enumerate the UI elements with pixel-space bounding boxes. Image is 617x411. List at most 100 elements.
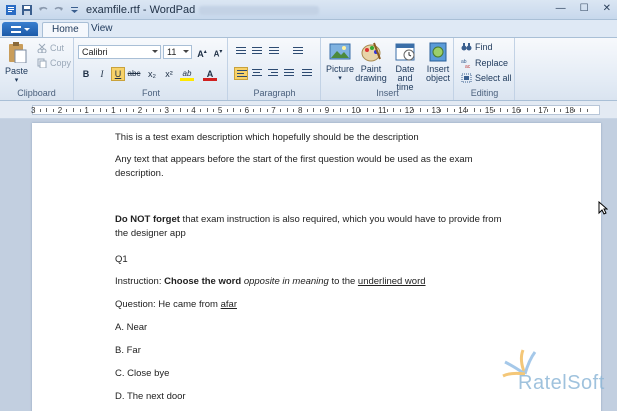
ruler-tick: [560, 109, 562, 112]
question-line: Question: He came from afar: [115, 298, 535, 312]
ruler-label: 18: [565, 106, 574, 115]
ruler-tick: [93, 109, 95, 112]
ruler-tick: [446, 108, 448, 112]
italic-button[interactable]: I: [95, 67, 109, 81]
redo-icon[interactable]: [52, 3, 65, 16]
align-left-button[interactable]: [234, 67, 248, 80]
picture-button[interactable]: Picture ▾: [325, 41, 355, 83]
bullets-button[interactable]: [267, 45, 287, 58]
object-icon: [429, 42, 447, 62]
bold-button[interactable]: B: [79, 67, 93, 81]
copy-icon: [37, 58, 47, 68]
ruler-label: 2: [137, 106, 143, 115]
customize-qat-icon[interactable]: [68, 3, 81, 16]
subscript-button[interactable]: x₂: [145, 67, 159, 81]
align-right-button[interactable]: [266, 67, 280, 80]
line-spacing-button[interactable]: [291, 45, 311, 58]
doc-line: Any text that appears before the start o…: [115, 154, 473, 165]
insert-object-button[interactable]: Insert object: [423, 41, 453, 83]
watermark-text: RatelSoft: [518, 372, 605, 394]
superscript-button[interactable]: x²: [162, 67, 176, 81]
ruler-tick: [373, 109, 375, 112]
ribbon-tabs: Home View: [0, 20, 617, 37]
ruler-tick: [587, 109, 589, 112]
ruler-label: 3: [164, 106, 169, 115]
replace-button[interactable]: ab ac Replace: [461, 58, 508, 68]
ruler-tick: [259, 108, 261, 112]
close-button[interactable]: ✕: [603, 3, 611, 14]
chevron-down-icon: [23, 27, 30, 31]
doc-line: Do NOT forget that exam instruction is a…: [115, 213, 535, 227]
ruler-tick: [473, 108, 475, 112]
shrink-font-button[interactable]: A▾: [211, 45, 225, 59]
svg-text:ac: ac: [465, 64, 471, 68]
ruler-label: 2: [57, 106, 63, 115]
ruler-tick: [179, 108, 181, 112]
highlight-color-button[interactable]: ab: [180, 67, 194, 81]
ruler-label: 16: [511, 106, 521, 115]
ruler-tick: [186, 109, 188, 112]
ruler-tick: [293, 109, 295, 112]
maximize-button[interactable]: ☐: [580, 3, 589, 14]
ruler-tick: [73, 108, 75, 112]
minimize-button[interactable]: —: [556, 3, 566, 14]
replace-icon: abac: [461, 59, 471, 68]
mouse-cursor-icon: [598, 201, 608, 215]
ruler-tick: [400, 109, 402, 112]
doc-paragraph-warning: Do NOT forget that exam instruction is a…: [115, 213, 535, 241]
instruction-mid: to the: [328, 276, 358, 287]
ruler-label: 10: [351, 106, 361, 115]
ruler-label: 5: [217, 106, 223, 115]
date-time-button[interactable]: Date and time: [388, 41, 422, 92]
align-center-button[interactable]: [250, 67, 264, 80]
ruler-tick: [126, 108, 128, 112]
ruler-tick: [133, 109, 135, 112]
ruler-tick: [440, 109, 442, 112]
strikethrough-button[interactable]: abc: [127, 67, 141, 81]
text-color-button[interactable]: A: [203, 67, 217, 81]
instruction-bold: Choose the word: [164, 276, 242, 287]
editing-group-label: Editing: [470, 88, 499, 98]
chevron-down-icon: [152, 50, 158, 53]
ruler-tick: [346, 109, 348, 112]
ruler-tick: [106, 109, 108, 112]
paint-drawing-button[interactable]: Paint drawing: [355, 41, 387, 83]
cut-button[interactable]: Cut: [37, 43, 64, 53]
chevron-down-icon: [183, 50, 189, 53]
ruler-tick: [233, 108, 235, 112]
undo-icon[interactable]: [36, 3, 49, 16]
ruler-tick: [173, 109, 175, 112]
ruler-tick: [360, 109, 362, 112]
ruler-tick: [413, 109, 415, 112]
ruler-tick: [266, 109, 268, 112]
font-family-select[interactable]: Calibri: [78, 45, 161, 59]
decrease-indent-button[interactable]: [234, 45, 248, 58]
ruler-tick: [333, 109, 335, 112]
font-size-select[interactable]: 11: [163, 45, 192, 59]
underline-button[interactable]: U: [111, 67, 125, 81]
ruler-label: 1: [84, 106, 89, 115]
paragraph-settings-button[interactable]: [300, 67, 314, 80]
select-all-icon: [461, 73, 472, 83]
ruler[interactable]: 3 2 1 1 2 3 4 5 6 7 8 9 10 11 12 13 14 15 16 17 18: [0, 101, 617, 119]
grow-font-button[interactable]: A▴: [195, 45, 209, 59]
option-d: D. The next door: [115, 391, 186, 402]
select-all-button[interactable]: Select all: [461, 73, 512, 83]
ruler-tick: [239, 109, 241, 112]
find-button[interactable]: Find: [461, 42, 493, 52]
justify-button[interactable]: [282, 67, 296, 80]
tab-view[interactable]: View: [82, 22, 122, 37]
ruler-label: 9: [324, 106, 330, 115]
paste-button[interactable]: Paste ▾: [5, 41, 28, 85]
ruler-tick: [159, 109, 161, 112]
copy-button[interactable]: Copy: [37, 58, 71, 68]
increase-indent-button[interactable]: [250, 45, 264, 58]
quick-access-toolbar: [4, 3, 81, 16]
application-menu-button[interactable]: [2, 22, 38, 36]
question-number: Q1: [115, 254, 128, 265]
ruler-label: 6: [244, 106, 250, 115]
doc-line: description.: [115, 168, 164, 179]
ruler-tick: [553, 108, 555, 112]
app-icon[interactable]: [4, 3, 17, 16]
save-icon[interactable]: [20, 3, 33, 16]
